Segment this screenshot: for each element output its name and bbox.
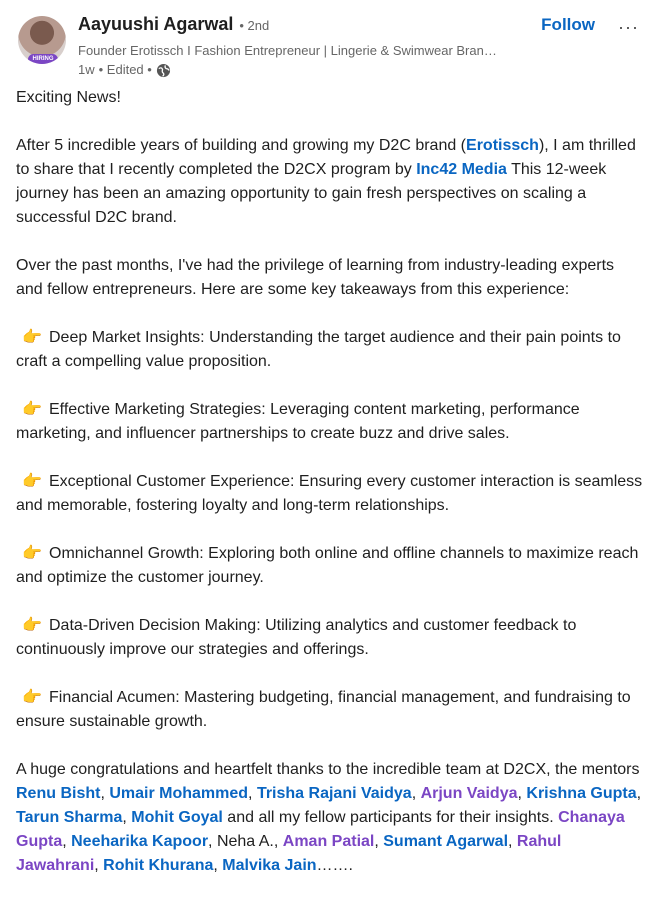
separator: , bbox=[374, 833, 384, 850]
mention-link[interactable]: Sumant Agarwal bbox=[383, 833, 508, 850]
takeaway-text: Financial Acumen: Mastering budgeting, f… bbox=[16, 689, 631, 730]
separator: , bbox=[636, 785, 642, 802]
mention-link[interactable]: Krishna Gupta bbox=[526, 785, 636, 802]
separator: , bbox=[213, 857, 223, 874]
post-time: 1w bbox=[78, 62, 95, 77]
separator: , bbox=[411, 785, 421, 802]
post-body: Exciting News! After 5 incredible years … bbox=[16, 86, 644, 902]
thanks-text-1: A huge congratulations and heartfelt tha… bbox=[16, 761, 640, 778]
takeaway-text: Effective Marketing Strategies: Leveragi… bbox=[16, 401, 580, 442]
mention-link[interactable]: Tarun Sharma bbox=[16, 809, 122, 826]
avatar[interactable]: HIRING bbox=[18, 16, 66, 64]
takeaway-text: Deep Market Insights: Understanding the … bbox=[16, 329, 621, 370]
pointing-hand-icon: 👉 bbox=[22, 401, 42, 418]
pointing-hand-icon: 👉 bbox=[22, 329, 42, 346]
author-name-row: Aayuushi Agarwal • 2nd bbox=[78, 14, 548, 42]
mention-link[interactable]: Trisha Rajani Vaidya bbox=[257, 785, 412, 802]
lead-paragraph: Over the past months, I've had the privi… bbox=[16, 257, 615, 298]
author-info: Aayuushi Agarwal • 2nd Founder Erotissch… bbox=[78, 14, 548, 80]
thanks-paragraph: A huge congratulations and heartfelt tha… bbox=[16, 758, 644, 878]
mention-link[interactable]: Renu Bisht bbox=[16, 785, 100, 802]
separator: , bbox=[508, 833, 517, 850]
takeaway-item: 👉 Financial Acumen: Mastering budgeting, … bbox=[16, 686, 644, 734]
takeaway-text: Exceptional Customer Experience: Ensurin… bbox=[16, 473, 643, 514]
connection-degree: • 2nd bbox=[239, 18, 270, 33]
mention-link[interactable]: Aman Patial bbox=[283, 833, 375, 850]
takeaway-text: Omnichannel Growth: Exploring both onlin… bbox=[16, 545, 639, 586]
thanks-text-4: ……. bbox=[316, 857, 353, 874]
thanks-text-2: and all my fellow participants for their… bbox=[222, 809, 559, 826]
separator: , bbox=[100, 785, 110, 802]
brand-link[interactable]: Erotissch bbox=[466, 137, 539, 154]
takeaway-item: 👉 Exceptional Customer Experience: Ensuri… bbox=[16, 470, 644, 518]
mention-link[interactable]: Rohit Khurana bbox=[103, 857, 213, 874]
mention-link[interactable]: Arjun Vaidya bbox=[421, 785, 518, 802]
edited-label: • Edited • bbox=[98, 62, 152, 77]
mention-link[interactable]: Neeharika Kapoor bbox=[71, 833, 208, 850]
separator: , bbox=[94, 857, 104, 874]
more-options-icon[interactable]: ··· bbox=[618, 17, 639, 38]
greeting: Exciting News! bbox=[16, 89, 121, 106]
intro-text-1: After 5 incredible years of building and… bbox=[16, 137, 467, 154]
takeaway-item: 👉 Omnichannel Growth: Exploring both onli… bbox=[16, 542, 644, 590]
post-header: HIRING Aayuushi Agarwal • 2nd Founder Er… bbox=[16, 14, 647, 78]
follow-button[interactable]: Follow bbox=[541, 15, 595, 35]
author-name[interactable]: Aayuushi Agarwal bbox=[78, 14, 233, 35]
post-meta: 1w • Edited • bbox=[78, 60, 548, 80]
separator: , bbox=[122, 809, 132, 826]
author-headline: Founder Erotissch I Fashion Entrepreneur… bbox=[78, 43, 497, 58]
intro-paragraph: After 5 incredible years of building and… bbox=[16, 134, 644, 230]
pointing-hand-icon: 👉 bbox=[22, 473, 42, 490]
takeaway-item: 👉 Effective Marketing Strategies: Leverag… bbox=[16, 398, 644, 446]
takeaway-item: 👉 Deep Market Insights: Understanding the… bbox=[16, 326, 644, 374]
mention-link[interactable]: Malvika Jain bbox=[222, 857, 316, 874]
pointing-hand-icon: 👉 bbox=[22, 545, 42, 562]
takeaway-item: 👉 Data-Driven Decision Making: Utilizing … bbox=[16, 614, 644, 662]
pointing-hand-icon: 👉 bbox=[22, 617, 42, 634]
globe-icon bbox=[156, 63, 171, 78]
hiring-badge: HIRING bbox=[28, 54, 58, 64]
pointing-hand-icon: 👉 bbox=[22, 689, 42, 706]
separator: , bbox=[62, 833, 72, 850]
mention-link[interactable]: Umair Mohammed bbox=[109, 785, 248, 802]
takeaway-text: Data-Driven Decision Making: Utilizing a… bbox=[16, 617, 577, 658]
separator: , bbox=[248, 785, 257, 802]
thanks-text-3: , Neha A., bbox=[208, 833, 283, 850]
org-link[interactable]: Inc42 Media bbox=[416, 161, 507, 178]
linkedin-post-card: HIRING Aayuushi Agarwal • 2nd Founder Er… bbox=[0, 0, 659, 913]
mention-link[interactable]: Mohit Goyal bbox=[131, 809, 223, 826]
